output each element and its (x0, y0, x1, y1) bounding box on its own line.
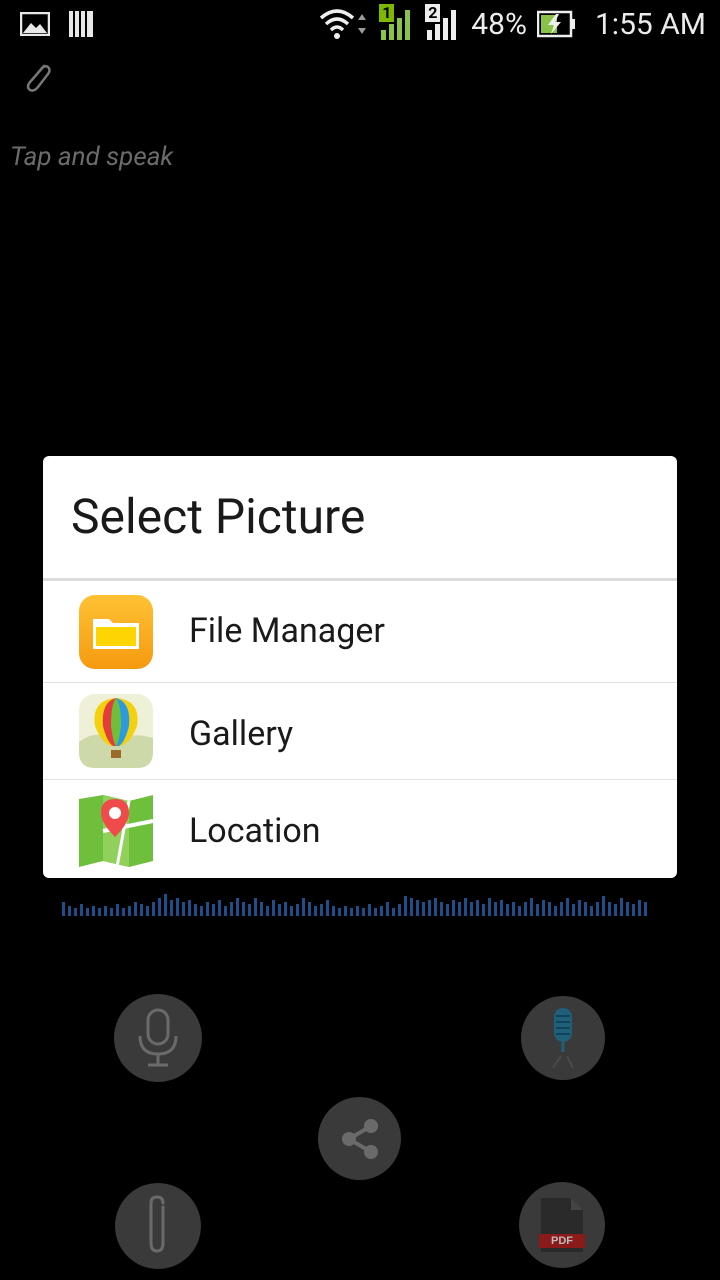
divider (43, 779, 677, 780)
barcode-notification-icon (69, 11, 93, 37)
select-picture-dialog: Select Picture File Manager Gallery Loca… (43, 456, 677, 878)
location-icon (79, 795, 154, 868)
battery-charging-icon (536, 10, 575, 38)
file-manager-label: File Manager (189, 611, 385, 651)
attach-button[interactable] (115, 1183, 201, 1269)
audio-waveform (62, 894, 647, 916)
sim1-signal: 1 (379, 4, 415, 42)
pdf-label: PDF (551, 1235, 573, 1247)
text-input[interactable]: Tap and speak (10, 142, 173, 172)
mic-button[interactable] (114, 994, 202, 1082)
voice-input-button[interactable] (521, 996, 605, 1080)
blue-microphone-icon (552, 1008, 574, 1069)
paperclip-icon (149, 1195, 165, 1253)
list-item-gallery[interactable]: Gallery (43, 684, 677, 781)
battery-percent: 48% (471, 6, 527, 42)
pdf-export-button[interactable]: PDF (519, 1182, 605, 1268)
sim2-signal: 2 (425, 4, 461, 42)
location-label: Location (189, 811, 321, 851)
wifi-icon (320, 9, 367, 39)
signal-bars-icon (381, 10, 411, 40)
attach-icon[interactable] (20, 60, 54, 94)
share-icon (341, 1118, 378, 1159)
list-item-location[interactable]: Location (43, 781, 677, 878)
divider (43, 682, 677, 683)
list-item-file-manager[interactable]: File Manager (43, 581, 677, 678)
signal-bars-icon (427, 10, 457, 40)
share-button[interactable] (318, 1097, 401, 1180)
gallery-icon (79, 694, 153, 768)
microphone-icon (138, 1008, 178, 1067)
pdf-document-icon: PDF (539, 1196, 585, 1254)
file-manager-icon (79, 595, 153, 669)
clock: 1:55 AM (594, 6, 706, 42)
status-bar: 1 2 48% 1:55 AM (0, 0, 720, 50)
image-notification-icon (20, 12, 50, 36)
dialog-title: Select Picture (71, 488, 366, 545)
gallery-label: Gallery (189, 714, 294, 754)
